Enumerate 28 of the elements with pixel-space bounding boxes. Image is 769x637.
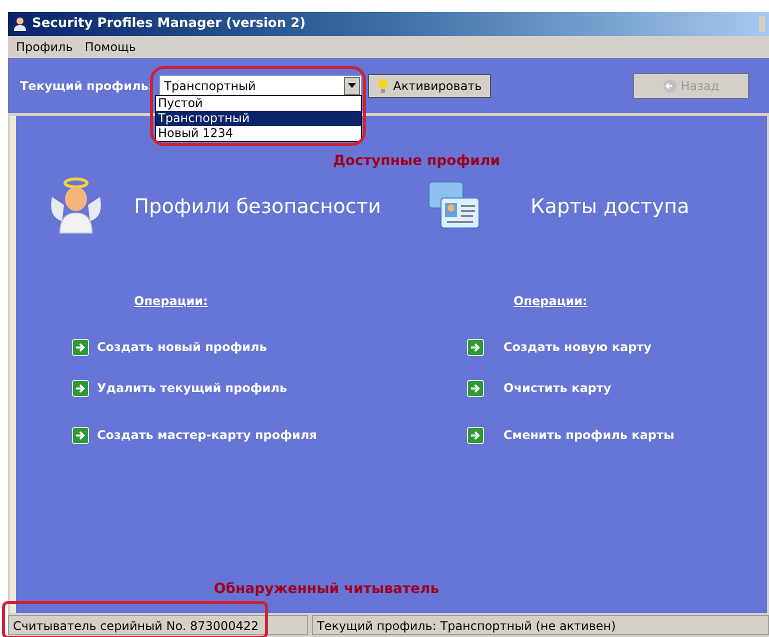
operation-link[interactable]: Удалить текущий профиль <box>97 379 288 397</box>
profile-dropdown[interactable]: Транспортный <box>159 74 362 96</box>
operation-link[interactable]: Сменить профиль карты <box>504 426 674 444</box>
menu-item[interactable]: Помощь <box>84 38 136 56</box>
current-profile-label: Текущий профиль: <box>20 78 154 94</box>
section-title: Карты доступа <box>530 193 690 220</box>
operation-link[interactable]: Создать мастер-карту профиля <box>97 426 317 444</box>
operations-heading: Операции: <box>514 293 588 310</box>
dropdown-option[interactable]: Новый 1234 <box>156 126 361 141</box>
activate-button[interactable]: Активировать <box>368 74 491 98</box>
users-icon <box>12 16 28 32</box>
annotation-label: Обнаруженный читыватель <box>214 580 440 599</box>
status-pane: Считыватель серийный No. 873000422 <box>8 615 308 635</box>
status-pane: Текущий профиль: Транспортный (не активен) <box>312 615 769 635</box>
section-title: Профили безопасности <box>134 193 382 220</box>
dropdown-option[interactable]: Пустой <box>156 96 361 111</box>
annotation-label: Доступные профили <box>332 152 500 171</box>
caret-icon[interactable] <box>344 76 360 94</box>
operation-link[interactable]: Создать новую карту <box>504 338 652 356</box>
dropdown-option[interactable]: Транспортный <box>156 111 361 126</box>
angel-icon <box>48 177 104 235</box>
lightbulb-icon <box>377 78 390 94</box>
operations-heading: Операции: <box>134 293 208 310</box>
back-button: Назад <box>633 72 749 98</box>
menu-item[interactable]: Профиль <box>16 38 73 56</box>
operation-link[interactable]: Очистить карту <box>504 379 612 397</box>
operation-link[interactable]: Создать новый профиль <box>97 338 267 356</box>
window-title: Security Profiles Manager (version 2) <box>32 15 306 34</box>
